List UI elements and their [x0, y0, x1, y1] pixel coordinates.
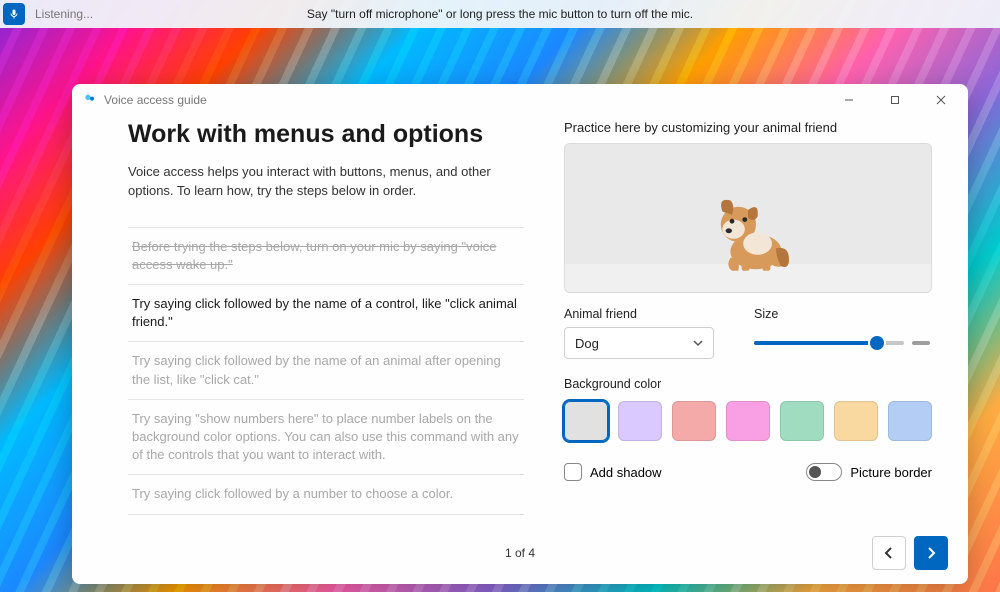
- dog-illustration: [700, 178, 796, 274]
- chevron-left-icon: [883, 547, 895, 559]
- animal-preview-canvas: [564, 143, 932, 293]
- animal-friend-label: Animal friend: [564, 307, 714, 321]
- steps-list: Before trying the steps below, turn on y…: [128, 227, 524, 515]
- picture-border-label: Picture border: [850, 465, 932, 480]
- step-item: Try saying click followed by the name of…: [128, 341, 524, 398]
- animal-friend-value: Dog: [575, 336, 599, 351]
- add-shadow-checkbox[interactable]: [564, 463, 582, 481]
- size-slider-max-tick: [912, 341, 930, 345]
- background-color-label: Background color: [564, 377, 932, 391]
- size-slider-thumb[interactable]: [870, 336, 884, 350]
- window-footer: 1 of 4: [72, 522, 968, 584]
- step-item: Try saying "show numbers here" to place …: [128, 399, 524, 475]
- previous-button[interactable]: [872, 536, 906, 570]
- chevron-down-icon: [693, 338, 703, 348]
- minimize-icon: [844, 95, 854, 105]
- step-item: Before trying the steps below, turn on y…: [128, 227, 524, 284]
- animal-friend-combobox[interactable]: Dog: [564, 327, 714, 359]
- step-item: Try saying click followed by the name of…: [128, 284, 524, 341]
- size-slider[interactable]: [754, 341, 904, 345]
- voice-status-text: Listening...: [35, 7, 93, 21]
- color-swatch[interactable]: [672, 401, 716, 441]
- maximize-button[interactable]: [872, 84, 918, 116]
- practice-heading: Practice here by customizing your animal…: [564, 120, 932, 135]
- microphone-button[interactable]: [3, 3, 25, 25]
- background-color-swatches: [564, 401, 932, 441]
- page-intro: Voice access helps you interact with but…: [128, 163, 524, 201]
- app-icon: [82, 92, 98, 108]
- size-label: Size: [754, 307, 932, 321]
- add-shadow-label: Add shadow: [590, 465, 662, 480]
- color-swatch[interactable]: [726, 401, 770, 441]
- voice-hint-text: Say "turn off microphone" or long press …: [307, 7, 693, 21]
- next-button[interactable]: [914, 536, 948, 570]
- color-swatch[interactable]: [888, 401, 932, 441]
- color-swatch[interactable]: [834, 401, 878, 441]
- picture-border-toggle[interactable]: [806, 463, 842, 481]
- voice-access-bar: Listening... Say "turn off microphone" o…: [0, 0, 1000, 28]
- page-heading: Work with menus and options: [128, 120, 524, 149]
- close-icon: [936, 95, 946, 105]
- color-swatch[interactable]: [780, 401, 824, 441]
- chevron-right-icon: [925, 547, 937, 559]
- window-titlebar: Voice access guide: [72, 84, 968, 116]
- close-button[interactable]: [918, 84, 964, 116]
- minimize-button[interactable]: [826, 84, 872, 116]
- microphone-icon: [8, 8, 20, 20]
- window-title: Voice access guide: [104, 93, 207, 107]
- step-item: Try saying click followed by a number to…: [128, 474, 524, 514]
- color-swatch[interactable]: [564, 401, 608, 441]
- page-indicator: 1 of 4: [505, 546, 535, 560]
- maximize-icon: [890, 95, 900, 105]
- voice-access-guide-window: Voice access guide Work with menus and o…: [72, 84, 968, 584]
- color-swatch[interactable]: [618, 401, 662, 441]
